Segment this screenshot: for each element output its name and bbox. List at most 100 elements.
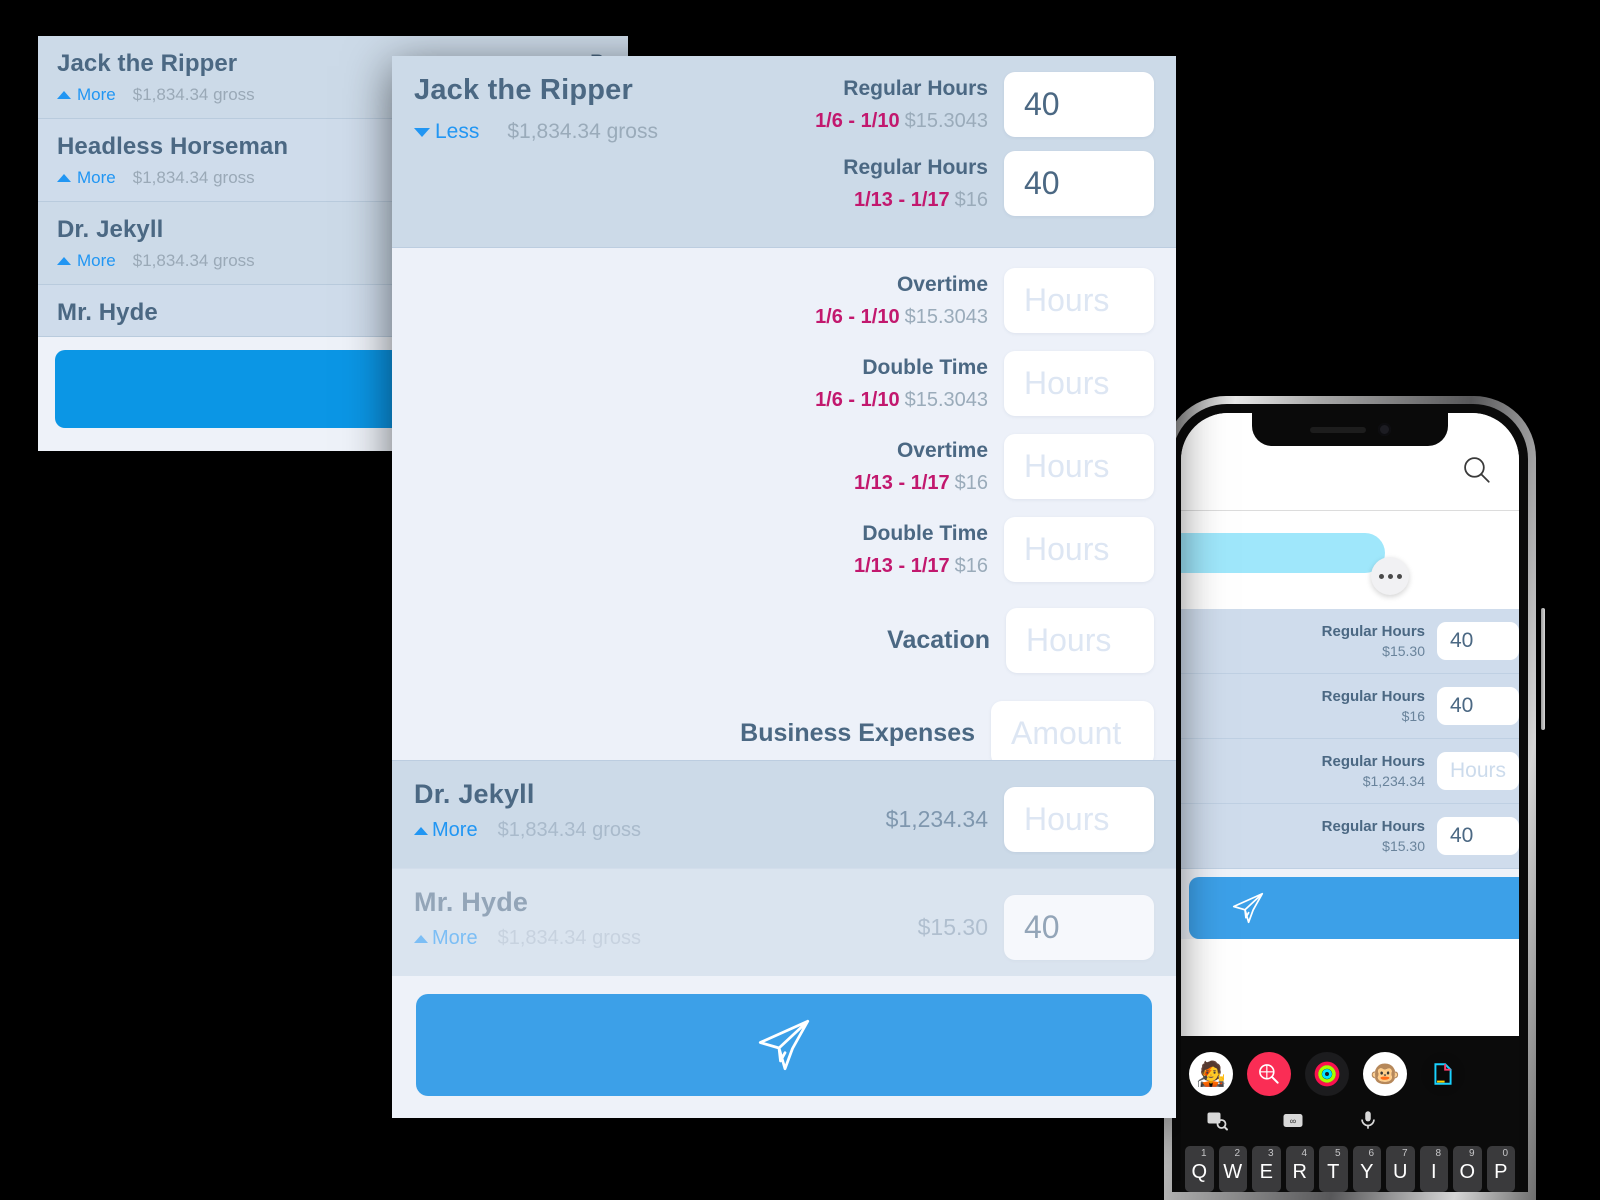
phone-notch (1252, 413, 1448, 446)
send-button[interactable] (416, 994, 1152, 1096)
phone-screen: Regular Hours $15.30 40 Regular Hours $1… (1181, 413, 1519, 1192)
speaker-grille-icon (1309, 426, 1366, 433)
key-letter: Y (1360, 1161, 1374, 1183)
earning-period: 1/13 - 1/17 $16 (854, 555, 988, 578)
table-row[interactable]: Vacation Hours (414, 608, 1154, 673)
amount-input[interactable]: Amount (991, 701, 1154, 766)
table-row[interactable]: Business Expenses Amount (414, 701, 1154, 766)
key-number: 8 (1435, 1148, 1441, 1159)
key-letter: U (1393, 1161, 1408, 1183)
table-row[interactable]: Regular Hours $15.30 40 (1181, 804, 1519, 869)
hours-input[interactable]: 40 (1437, 622, 1519, 660)
date-range: 1/13 - 1/17 (854, 554, 950, 577)
power-button[interactable] (1541, 608, 1545, 730)
microphone-icon[interactable] (1357, 1109, 1379, 1137)
gross-amount: $1,834.34 gross (132, 168, 255, 187)
more-toggle[interactable]: More (432, 819, 478, 842)
header-earning-rows: Regular Hours 1/6 - 1/10 $15.3043 40 Regu… (694, 72, 1154, 230)
message-bubble[interactable] (1181, 533, 1385, 573)
activity-rings-icon[interactable] (1305, 1052, 1349, 1096)
earning-type: Overtime (896, 273, 988, 297)
hours-input[interactable]: 40 (1437, 687, 1519, 725)
earning-rate: $16 (954, 471, 988, 494)
table-row[interactable]: Overtime 1/13 - 1/17 $16 Hours (414, 434, 1154, 499)
front-camera-icon (1377, 423, 1391, 436)
row-right: $1,234.34 Hours (886, 787, 1154, 852)
row-labels: Double Time 1/6 - 1/10 $15.3043 (815, 355, 988, 411)
list-item[interactable]: Dr. Jekyll More $1,834.34 gross $1,234.3… (392, 760, 1176, 868)
row-labels: Regular Hours $16 (1322, 688, 1425, 724)
key-t[interactable]: 5T (1319, 1146, 1348, 1192)
hours-input[interactable]: Hours (1004, 351, 1154, 416)
hours-input[interactable]: 40 (1437, 817, 1519, 855)
table-row[interactable]: Double Time 1/6 - 1/10 $15.3043 Hours (414, 351, 1154, 416)
earning-period: 1/13 - 1/17 $16 (843, 189, 988, 212)
table-row[interactable]: Regular Hours $15.30 40 (1181, 609, 1519, 674)
hours-input[interactable]: 40 (1004, 895, 1154, 960)
key-y[interactable]: 6Y (1352, 1146, 1381, 1192)
hours-input[interactable]: Hours (1004, 787, 1154, 852)
table-row[interactable]: Overtime 1/6 - 1/10 $15.3043 Hours (414, 268, 1154, 333)
key-e[interactable]: 3E (1252, 1146, 1281, 1192)
table-row[interactable]: Regular Hours $1,234.34 Hours (1181, 739, 1519, 804)
earning-rate: $15.3043 (904, 388, 988, 411)
key-number: 9 (1468, 1148, 1475, 1159)
earning-type: Vacation (887, 625, 990, 654)
photo-search-icon[interactable] (1205, 1108, 1229, 1138)
search-icon[interactable] (1460, 453, 1494, 492)
key-q[interactable]: 1Q (1185, 1146, 1214, 1192)
key-letter: P (1494, 1161, 1508, 1183)
key-number: 1 (1200, 1148, 1207, 1159)
memoji-avatar-icon[interactable]: 🧑‍🎤 (1189, 1052, 1233, 1096)
markup-app-icon[interactable] (1421, 1052, 1465, 1096)
date-range: 1/6 - 1/10 (815, 109, 900, 132)
triangle-down-icon (414, 127, 430, 137)
key-p[interactable]: 0P (1486, 1146, 1515, 1192)
less-toggle[interactable]: Less (435, 120, 479, 144)
ellipsis-icon[interactable] (1371, 557, 1409, 595)
gross-amount: $1,834.34 gross (497, 819, 642, 841)
hours-input[interactable]: 40 (1004, 72, 1154, 137)
row-labels: Double Time 1/13 - 1/17 $16 (854, 521, 988, 577)
hours-input[interactable]: Hours (1437, 752, 1519, 790)
more-toggle[interactable]: More (77, 168, 116, 188)
key-number: 6 (1368, 1148, 1374, 1159)
employee-detail-header: Jack the Ripper Less $1,834.34 gross Reg… (392, 56, 1176, 248)
table-row[interactable]: Regular Hours 1/13 - 1/17 $16 40 (694, 151, 1154, 216)
more-toggle[interactable]: More (432, 927, 478, 950)
svg-text:∞: ∞ (1290, 1116, 1296, 1126)
main-send-bar (392, 976, 1176, 1118)
earning-rate: $1,234.34 (1362, 773, 1425, 790)
camera-infinity-icon[interactable]: ∞ (1281, 1108, 1305, 1138)
key-w[interactable]: 2W (1218, 1146, 1247, 1192)
image-search-icon[interactable] (1247, 1052, 1291, 1096)
list-item[interactable]: Mr. Hyde More $1,834.34 gross $15.30 40 (392, 868, 1176, 976)
row-labels: Regular Hours $1,234.34 (1322, 753, 1425, 789)
send-button[interactable] (1189, 877, 1519, 939)
earning-type: Regular Hours (1321, 622, 1425, 640)
keyboard-tool-row: ∞ (1181, 1100, 1519, 1146)
hours-input[interactable]: 40 (1004, 151, 1154, 216)
table-row[interactable]: Regular Hours $16 40 (1181, 674, 1519, 739)
key-r[interactable]: 4R (1285, 1146, 1314, 1192)
date-range: 1/6 - 1/10 (815, 305, 900, 328)
table-row[interactable]: Regular Hours 1/6 - 1/10 $15.3043 40 (694, 72, 1154, 137)
table-row[interactable]: Double Time 1/13 - 1/17 $16 Hours (414, 517, 1154, 582)
key-number: 2 (1234, 1148, 1240, 1159)
hours-input[interactable]: Hours (1004, 434, 1154, 499)
hours-input[interactable]: Hours (1004, 517, 1154, 582)
earning-rate: $16 (1401, 708, 1425, 725)
earning-rate: $15.30 (1382, 838, 1425, 855)
key-i[interactable]: 8I (1419, 1146, 1448, 1192)
hours-input[interactable]: Hours (1006, 608, 1154, 673)
earning-rate: $16 (954, 554, 988, 577)
iphone-mockup: Regular Hours $15.30 40 Regular Hours $1… (1164, 396, 1545, 1200)
key-o[interactable]: 9O (1453, 1146, 1482, 1192)
key-u[interactable]: 7U (1386, 1146, 1415, 1192)
hours-input[interactable]: Hours (1004, 268, 1154, 333)
monkey-memoji-icon[interactable]: 🐵 (1363, 1052, 1407, 1096)
more-toggle[interactable]: More (77, 85, 116, 105)
earning-period: 1/13 - 1/17 $16 (854, 472, 988, 495)
earning-type: Business Expenses (740, 718, 975, 747)
more-toggle[interactable]: More (77, 251, 116, 271)
